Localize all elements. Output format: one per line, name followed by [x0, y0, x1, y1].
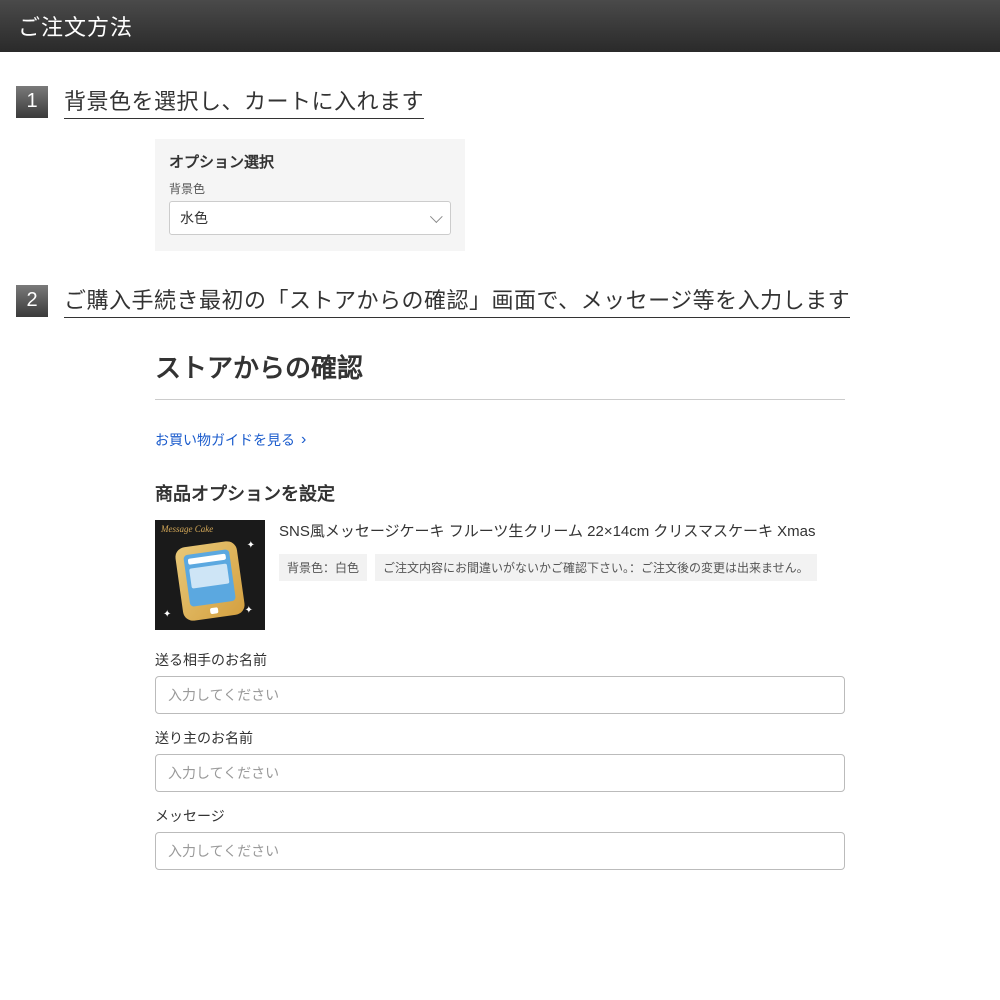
- sender-name-label: 送り主のお名前: [155, 728, 845, 748]
- recipient-name-group: 送る相手のお名前 入力してください: [155, 650, 845, 714]
- message-group: メッセージ 入力してください: [155, 806, 845, 870]
- sender-name-group: 送り主のお名前 入力してください: [155, 728, 845, 792]
- divider: [155, 399, 845, 400]
- option-box-label: 背景色: [169, 180, 451, 197]
- option-box-title: オプション選択: [169, 151, 451, 172]
- message-input[interactable]: 入力してください: [155, 832, 845, 870]
- sparkle-icon: ✦: [163, 609, 171, 620]
- step-number-2: 2: [16, 285, 48, 317]
- cake-icon: [174, 540, 246, 622]
- step-2-row: 2 ご購入手続き最初の「ストアからの確認」画面で、メッセージ等を入力します: [16, 283, 984, 318]
- step-1-row: 1 背景色を選択し、カートに入れます: [16, 84, 984, 119]
- message-label: メッセージ: [155, 806, 845, 826]
- sparkle-icon: ✦: [247, 540, 255, 551]
- page-header: ご注文方法: [0, 0, 1000, 52]
- guide-link-text: お買い物ガイドを見る: [155, 430, 295, 450]
- confirm-title: ストアからの確認: [155, 348, 845, 385]
- recipient-name-label: 送る相手のお名前: [155, 650, 845, 670]
- page-title: ご注文方法: [18, 15, 133, 40]
- step-2-text: ご購入手続き最初の「ストアからの確認」画面で、メッセージ等を入力します: [64, 283, 850, 318]
- step-1-text: 背景色を選択し、カートに入れます: [64, 84, 424, 119]
- step-number-1: 1: [16, 86, 48, 118]
- shopping-guide-link[interactable]: お買い物ガイドを見る: [155, 430, 306, 450]
- product-row: Message Cake ✦ ✦ ✦ SNS風メッセージケーキ フルーツ生クリー…: [155, 520, 845, 630]
- option-selection-box: オプション選択 背景色 水色: [155, 139, 465, 251]
- select-value: 水色: [180, 208, 208, 228]
- product-info: SNS風メッセージケーキ フルーツ生クリーム 22×14cm クリスマスケーキ …: [279, 520, 845, 630]
- thumb-label: Message Cake: [161, 524, 213, 534]
- product-thumbnail: Message Cake ✦ ✦ ✦: [155, 520, 265, 630]
- store-confirm-section: ストアからの確認 お買い物ガイドを見る 商品オプションを設定 Message C…: [155, 348, 845, 870]
- product-option-heading: 商品オプションを設定: [155, 480, 845, 506]
- recipient-name-input[interactable]: 入力してください: [155, 676, 845, 714]
- sparkle-icon: ✦: [245, 605, 253, 616]
- tag-row: 背景色：白色 ご注文内容にお間違いがないかご確認下さい。：ご注文後の変更は出来ま…: [279, 554, 845, 581]
- sender-name-input[interactable]: 入力してください: [155, 754, 845, 792]
- background-color-select[interactable]: 水色: [169, 201, 451, 235]
- notice-tag: ご注文内容にお間違いがないかご確認下さい。：ご注文後の変更は出来ません。: [375, 554, 817, 581]
- bg-color-tag: 背景色：白色: [279, 554, 367, 581]
- product-name: SNS風メッセージケーキ フルーツ生クリーム 22×14cm クリスマスケーキ …: [279, 520, 845, 544]
